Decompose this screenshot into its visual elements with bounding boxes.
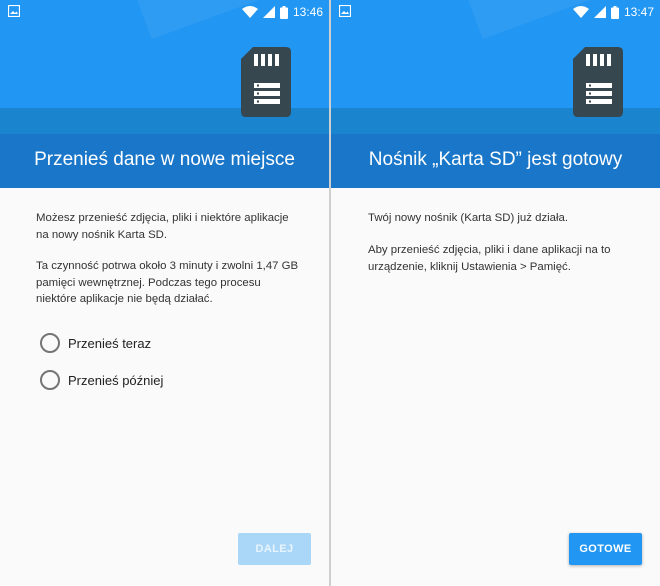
signal-icon <box>262 6 275 18</box>
status-time: 13:47 <box>623 5 654 19</box>
page-title: Przenieś dane w nowe miejsce <box>34 149 295 170</box>
done-button[interactable]: GOTOWE <box>569 533 642 565</box>
signal-icon <box>593 6 606 18</box>
image-icon <box>339 5 351 17</box>
option-move-later[interactable]: Przenieś później <box>40 368 163 392</box>
radio-button[interactable] <box>40 333 60 353</box>
option-move-now[interactable]: Przenieś teraz <box>40 331 151 355</box>
status-bar: 13:46 <box>0 0 329 24</box>
status-bar: 13:47 <box>331 0 660 24</box>
details-text: Ta czynność potrwa około 3 minuty i zwol… <box>36 260 299 305</box>
page-title: Nośnik „Karta SD” jest gotowy <box>368 149 623 170</box>
battery-icon <box>279 5 288 19</box>
status-time: 13:46 <box>292 5 323 19</box>
sd-card-icon <box>573 47 623 117</box>
hero-header: 13:47 Nośnik „Karta SD” jest gotowy <box>331 0 660 188</box>
battery-icon <box>610 5 619 19</box>
option-label: Przenieś później <box>68 372 164 388</box>
wifi-icon <box>572 6 589 18</box>
image-icon <box>8 5 20 17</box>
screen-ready: 13:47 Nośnik „Karta SD” jest gotowy Twój… <box>331 0 660 586</box>
description-text: Twój nowy nośnik (Karta SD) już działa. <box>368 212 569 224</box>
option-label: Przenieś teraz <box>68 335 152 351</box>
description-text: Możesz przenieść zdjęcia, pliki i niektó… <box>36 212 289 241</box>
wifi-icon <box>241 6 258 18</box>
instructions-text: Aby przenieść zdjęcia, pliki i dane apli… <box>368 244 611 273</box>
screen-move-data: 13:46 Przenieś dane w nowe miejsce Możes… <box>0 0 329 586</box>
sd-card-icon <box>241 47 291 117</box>
hero-header: 13:46 Przenieś dane w nowe miejsce <box>0 0 329 188</box>
radio-button[interactable] <box>40 370 60 390</box>
next-button[interactable]: DALEJ <box>238 533 311 565</box>
